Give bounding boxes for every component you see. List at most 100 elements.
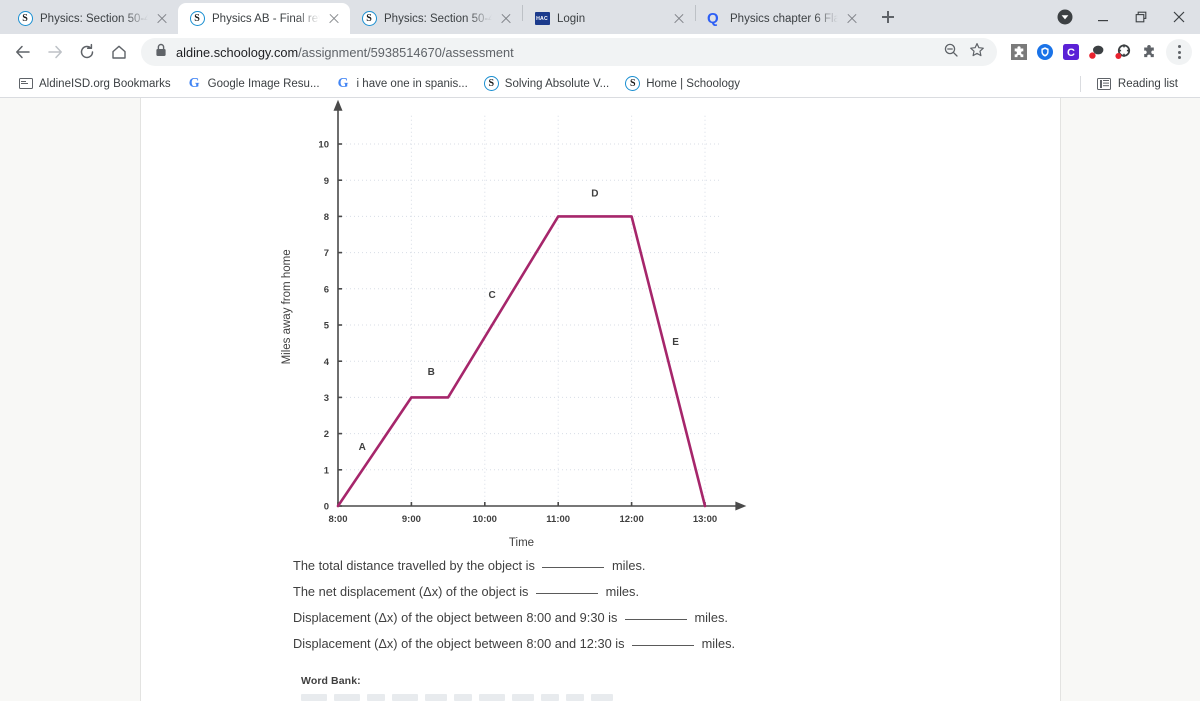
url-domain: aldine.schoology.com <box>176 44 299 60</box>
bookmark-label: Solving Absolute V... <box>504 77 610 90</box>
svg-text:Time: Time <box>509 537 534 549</box>
bookmark-label: Home | Schoology <box>646 77 740 90</box>
bookmark-star-icon[interactable] <box>969 42 985 63</box>
answer-blank[interactable] <box>536 593 599 594</box>
browser-tab-5[interactable]: Q Physics chapter 6 Flashcar <box>696 3 868 34</box>
puzzle-icon[interactable] <box>1138 41 1160 63</box>
word-bank-chip[interactable] <box>334 694 360 701</box>
url-text: aldine.schoology.com/assignment/59385146… <box>176 45 514 60</box>
close-icon[interactable] <box>327 12 341 26</box>
graph-point-label-e: E <box>672 337 679 348</box>
question-text-before: The total distance travelled by the obje… <box>293 558 535 573</box>
maximize-button[interactable] <box>1122 2 1160 32</box>
right-gutter <box>1060 98 1200 701</box>
browser-tab-4[interactable]: HAC Login <box>523 3 695 34</box>
quizlet-icon: Q <box>707 9 719 27</box>
bookmark-solving-absolute[interactable]: S Solving Absolute V... <box>476 73 617 94</box>
schoology-icon: S <box>361 11 377 27</box>
profile-avatar-icon[interactable] <box>1046 2 1084 32</box>
reading-list-button[interactable]: Reading list <box>1089 73 1186 94</box>
tab-title: Physics AB - Final review # <box>212 12 320 25</box>
tab-title: Login <box>557 12 586 25</box>
hac-icon: HAC <box>534 11 550 27</box>
window-controls <box>1046 0 1200 34</box>
svg-text:6: 6 <box>324 284 329 295</box>
bookmark-spanish[interactable]: G i have one in spanis... <box>328 73 476 94</box>
svg-text:0: 0 <box>324 502 329 513</box>
reload-icon[interactable] <box>72 37 102 67</box>
svg-text:1: 1 <box>324 465 330 476</box>
url-path: /assignment/5938514670/assessment <box>298 44 514 60</box>
divider <box>1079 75 1081 92</box>
answer-blank[interactable] <box>542 567 605 568</box>
extension-icons: C <box>1004 41 1160 63</box>
svg-text:9: 9 <box>324 176 329 187</box>
schoology-icon: S <box>17 11 33 27</box>
minimize-button[interactable] <box>1084 2 1122 32</box>
word-bank-chip[interactable] <box>541 694 559 701</box>
shield-extension-icon[interactable] <box>1034 41 1056 63</box>
word-bank-chip[interactable] <box>591 694 613 701</box>
svg-text:8: 8 <box>324 212 329 223</box>
word-bank-chip[interactable] <box>479 694 505 701</box>
home-icon[interactable] <box>104 37 134 67</box>
word-bank-chip[interactable] <box>425 694 447 701</box>
word-bank-chips <box>301 694 613 701</box>
forward-icon[interactable] <box>40 37 70 67</box>
question-block: The total distance travelled by the obje… <box>293 553 993 657</box>
question-text-before: Displacement (Δx) of the object between … <box>293 636 625 651</box>
answer-blank[interactable] <box>624 619 687 620</box>
tab-strip: S Physics: Section 50-4 | Sch S Physics … <box>0 0 1200 34</box>
word-bank-chip[interactable] <box>566 694 584 701</box>
address-bar[interactable]: aldine.schoology.com/assignment/59385146… <box>141 38 997 66</box>
folder-icon <box>18 76 33 91</box>
graph-point-label-a: A <box>359 442 366 453</box>
word-bank-title: Word Bank: <box>301 675 361 687</box>
tab-title: Physics: Section 50-4 | Sch <box>40 12 148 25</box>
svg-text:Miles away from home: Miles away from home <box>281 249 293 364</box>
browser-window: S Physics: Section 50-4 | Sch S Physics … <box>0 0 1200 701</box>
bookmark-home-schoology[interactable]: S Home | Schoology <box>617 73 748 94</box>
question-text-before: The net displacement (Δx) of the object … <box>293 584 529 599</box>
google-icon: G <box>188 75 200 91</box>
google-icon: G <box>337 75 349 91</box>
puzzle-extension-icon[interactable] <box>1008 41 1030 63</box>
bookmark-google-image[interactable]: G Google Image Resu... <box>179 73 328 94</box>
word-bank-chip[interactable] <box>392 694 418 701</box>
word-bank-chip[interactable] <box>454 694 472 701</box>
close-icon[interactable] <box>499 12 513 26</box>
browser-tab-1[interactable]: S Physics: Section 50-4 | Sch <box>6 3 178 34</box>
close-button[interactable] <box>1160 2 1198 32</box>
pin-extension-icon[interactable] <box>1086 41 1108 63</box>
bookmarks-bar: AldineISD.org Bookmarks G Google Image R… <box>0 70 1200 98</box>
close-icon[interactable] <box>845 12 859 26</box>
zoom-out-icon[interactable] <box>943 42 959 63</box>
bookmarks-right: Reading list <box>1079 73 1190 94</box>
target-extension-icon[interactable] <box>1112 41 1134 63</box>
left-gutter <box>0 98 141 701</box>
bookmark-aldineisd[interactable]: AldineISD.org Bookmarks <box>10 73 179 94</box>
omnibox-actions <box>943 42 989 63</box>
word-bank-chip[interactable] <box>301 694 327 701</box>
schoology-icon: S <box>189 11 205 27</box>
reading-list-icon <box>1097 76 1112 91</box>
new-tab-button[interactable] <box>874 3 902 31</box>
back-icon[interactable] <box>8 37 38 67</box>
svg-text:9:00: 9:00 <box>402 514 421 525</box>
answer-blank[interactable] <box>632 645 695 646</box>
word-bank-chip[interactable] <box>367 694 385 701</box>
c-extension-icon[interactable]: C <box>1060 41 1082 63</box>
svg-text:12:00: 12:00 <box>619 514 643 525</box>
browser-tab-3[interactable]: S Physics: Section 50-4 | Sch <box>350 3 522 34</box>
browser-tab-2[interactable]: S Physics AB - Final review # <box>178 3 350 34</box>
word-bank-chip[interactable] <box>512 694 534 701</box>
close-icon[interactable] <box>155 12 169 26</box>
lock-icon <box>155 43 167 62</box>
close-icon[interactable] <box>672 12 686 26</box>
kebab-menu-icon[interactable] <box>1166 39 1192 65</box>
question-row: The net displacement (Δx) of the object … <box>293 579 993 605</box>
svg-text:7: 7 <box>324 248 329 259</box>
question-row: Displacement (Δx) of the object between … <box>293 605 993 631</box>
graph-point-label-d: D <box>591 188 598 199</box>
svg-text:10:00: 10:00 <box>473 514 497 525</box>
